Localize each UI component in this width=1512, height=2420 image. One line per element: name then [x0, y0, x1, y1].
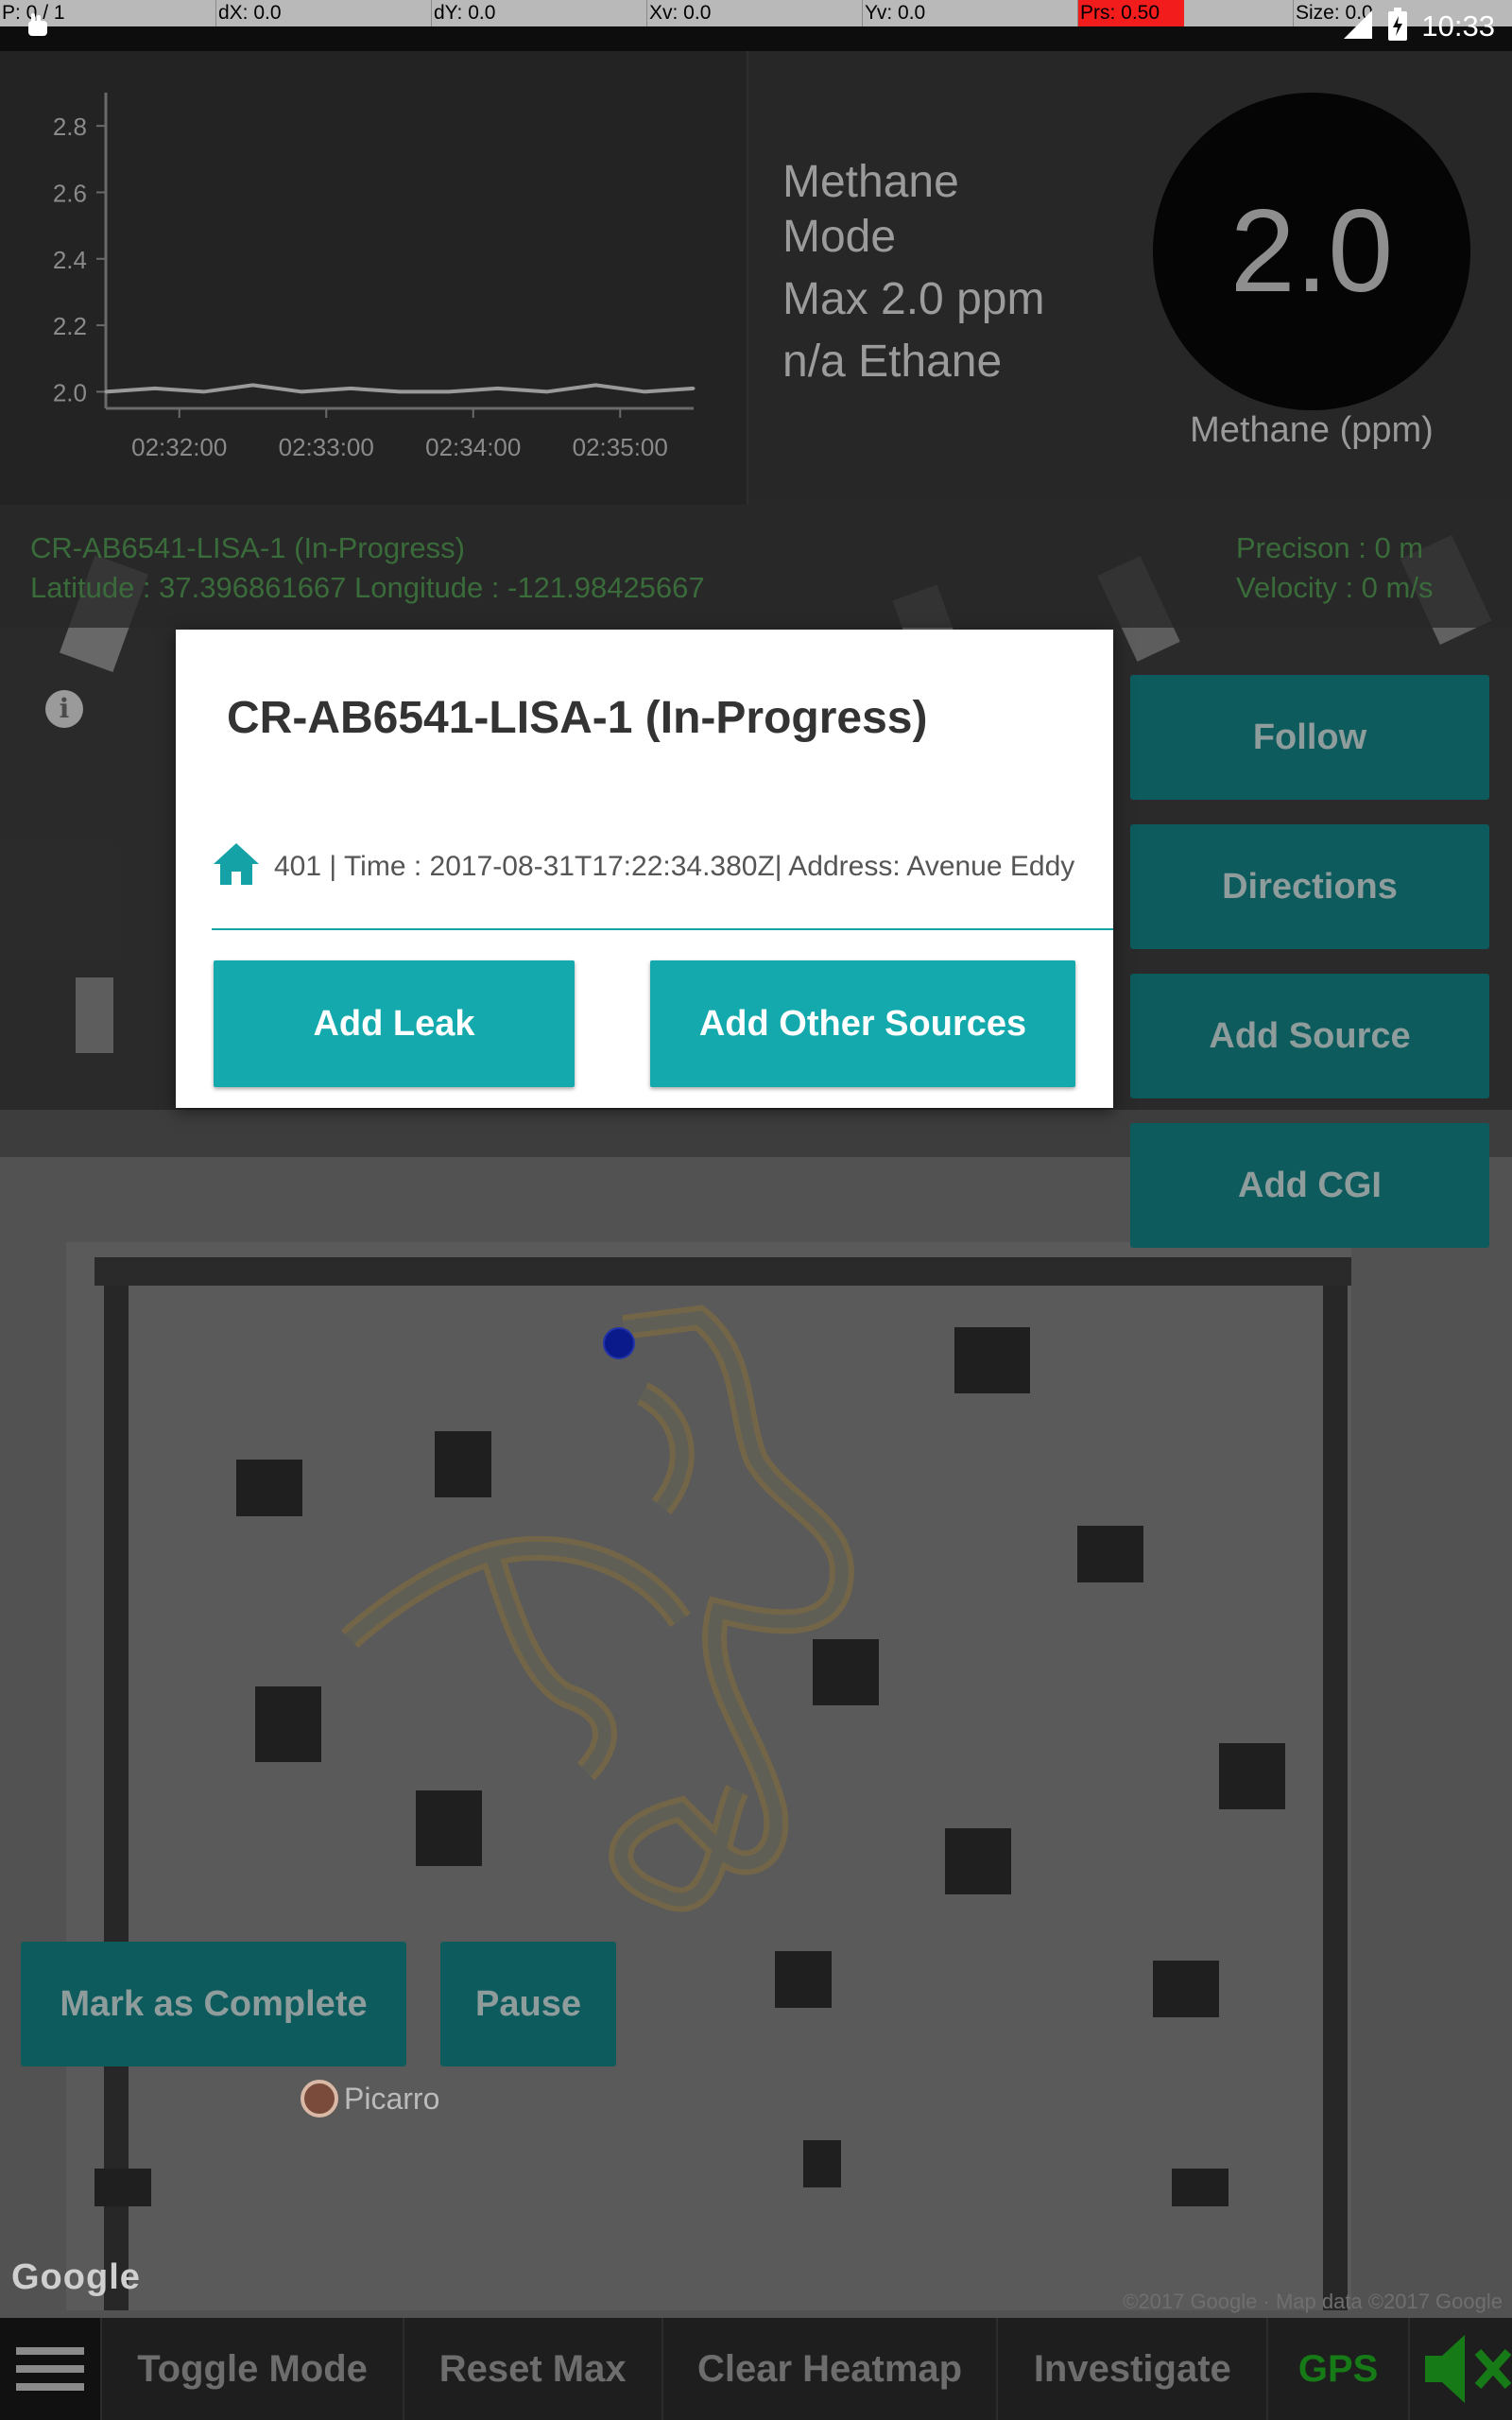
system-icons: 10:33 — [1342, 6, 1495, 47]
panel-divider — [747, 51, 748, 505]
dialog-title: CR-AB6541-LISA-1 (In-Progress) — [227, 693, 928, 743]
clear-heatmap-button[interactable]: Clear Heatmap — [661, 2318, 997, 2420]
map-copyright: ©2017 Google · Map data ©2017 Google — [1123, 2290, 1503, 2313]
status-bar: P: 0 / 1 dX: 0.0 dY: 0.0 Xv: 0.0 Yv: 0.0… — [0, 0, 1512, 51]
chart-plot: 2.8 2.6 2.4 2.2 2.0 02:32:00 02:33:00 02:34:00 0… — [53, 93, 696, 461]
max-reading: Max 2.0 ppm — [782, 274, 1045, 324]
precision: Precison : 0 m — [1236, 531, 1424, 564]
home-icon — [212, 841, 261, 891]
survey-point-details: 401 | Time : 2017-08-31T17:22:34.380Z| A… — [274, 850, 1075, 882]
x-tick-label: 02:35:00 — [573, 433, 668, 461]
y-tick-label: 2.2 — [53, 312, 87, 340]
info-icon[interactable]: i — [45, 690, 83, 728]
mark-complete-button[interactable]: Mark as Complete — [21, 1942, 406, 2066]
add-other-sources-button[interactable]: Add Other Sources — [650, 960, 1075, 1087]
touch-debug-strip: P: 0 / 1 dX: 0.0 dY: 0.0 Xv: 0.0 Yv: 0.0… — [0, 0, 1512, 26]
y-tick-label: 2.0 — [53, 378, 87, 406]
x-tick-label: 02:34:00 — [425, 433, 521, 461]
directions-button[interactable]: Directions — [1130, 824, 1489, 949]
menu-icon[interactable] — [0, 2318, 101, 2420]
data-point — [496, 387, 500, 390]
mode-label: Methane Mode — [782, 157, 959, 262]
notification-icon — [25, 11, 51, 38]
toggle-mode-button[interactable]: Toggle Mode — [100, 2318, 402, 2420]
survey-point-row[interactable]: 401 | Time : 2017-08-31T17:22:34.380Z| A… — [212, 841, 1113, 891]
velocity: Velocity : 0 m/s — [1236, 571, 1434, 604]
add-cgi-button[interactable]: Add CGI — [1130, 1123, 1489, 1248]
map-poi-picarro[interactable]: Picarro — [301, 2080, 439, 2118]
ethane-reading: n/a Ethane — [782, 337, 1003, 387]
survey-status: CR-AB6541-LISA-1 (In-Progress) — [30, 531, 465, 564]
data-point — [447, 389, 451, 393]
investigate-button[interactable]: Investigate — [996, 2318, 1266, 2420]
debug-dx: dX: 0.0 — [218, 2, 282, 24]
dialog-divider — [212, 928, 1113, 930]
debug-pressure: Prs: 0.50 — [1078, 0, 1184, 26]
data-point — [593, 383, 597, 387]
data-point — [251, 383, 254, 387]
y-tick-label: 2.6 — [53, 179, 87, 207]
debug-xv: Xv: 0.0 — [649, 2, 712, 24]
poi-label: Picarro — [344, 2081, 440, 2116]
debug-yv: Yv: 0.0 — [865, 2, 926, 24]
gauge-label: Methane (ppm) — [1190, 410, 1434, 450]
x-tick-label: 02:32:00 — [131, 433, 227, 461]
current-position-marker — [603, 1327, 635, 1359]
reset-max-button[interactable]: Reset Max — [402, 2318, 662, 2420]
google-logo: Google — [11, 2257, 141, 2297]
gps-button[interactable]: GPS — [1266, 2318, 1408, 2420]
follow-button[interactable]: Follow — [1130, 675, 1489, 800]
survey-info-strip: CR-AB6541-LISA-1 (In-Progress) Latitude … — [0, 505, 1512, 628]
survey-dialog: CR-AB6541-LISA-1 (In-Progress) 401 | Tim… — [176, 630, 1113, 1108]
clock: 10:33 — [1421, 9, 1495, 43]
coordinates: Latitude : 37.396861667 Longitude : -121… — [30, 571, 705, 604]
signal-icon — [1342, 9, 1374, 45]
pause-button[interactable]: Pause — [440, 1942, 616, 2066]
data-point — [300, 389, 303, 393]
data-point — [643, 389, 646, 393]
gauge-value: 2.0 — [1229, 186, 1394, 317]
add-leak-button[interactable]: Add Leak — [214, 960, 575, 1087]
data-point — [153, 387, 157, 390]
map-pin-icon — [301, 2080, 338, 2118]
battery-icon — [1387, 7, 1408, 46]
methane-gauge: 2.0 — [1153, 93, 1470, 410]
x-tick-label: 02:33:00 — [279, 433, 374, 461]
data-point — [349, 387, 352, 390]
y-tick-label: 2.4 — [53, 246, 87, 274]
methane-chart: 2.8 2.6 2.4 2.2 2.0 02:32:00 02:33:00 02:34:00 0… — [0, 51, 747, 505]
data-point — [104, 389, 108, 393]
data-point — [202, 389, 206, 393]
data-point — [692, 387, 696, 390]
data-point — [545, 389, 548, 393]
debug-dy: dY: 0.0 — [434, 2, 496, 24]
add-source-button[interactable]: Add Source — [1130, 974, 1489, 1098]
data-point — [398, 389, 402, 393]
sensor-panel: 2.8 2.6 2.4 2.2 2.0 02:32:00 02:33:00 02:34:00 0… — [0, 51, 1512, 505]
y-tick-label: 2.8 — [53, 112, 87, 141]
bottom-nav: Toggle Mode Reset Max Clear Heatmap Inve… — [0, 2318, 1512, 2420]
mode-info: Methane Mode Max 2.0 ppm n/a Ethane — [782, 155, 1142, 389]
speaker-mute-icon[interactable] — [1407, 2318, 1512, 2420]
